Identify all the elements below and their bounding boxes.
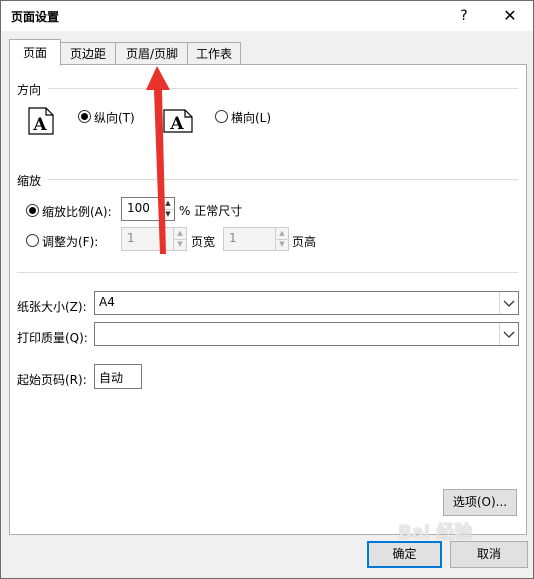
- red-arrow-annotation-icon: [146, 66, 170, 254]
